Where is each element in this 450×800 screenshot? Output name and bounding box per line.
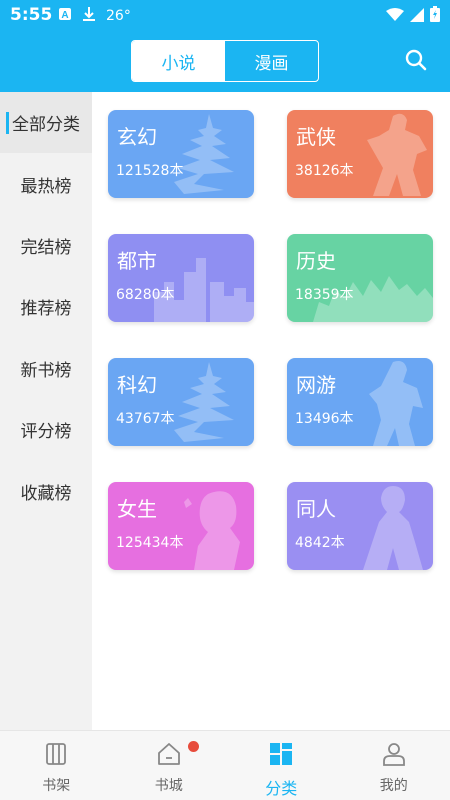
nav-bookshelf[interactable]: 书架 [0, 731, 113, 800]
category-count: 4842本 [295, 535, 345, 551]
home-icon [156, 741, 182, 771]
nav-label: 书城 [154, 778, 183, 794]
sidebar-item-all-categories[interactable]: 全部分类 [0, 92, 92, 154]
sidebar-item-new-books[interactable]: 新书榜 [0, 338, 92, 399]
category-card-wuxia[interactable]: 武侠 38126本 [287, 110, 433, 198]
status-notification-icons: A 26° [58, 6, 131, 26]
bookshelf-icon [43, 741, 69, 771]
battery-icon [430, 6, 440, 26]
status-time: 5:55 [10, 5, 53, 25]
temperature-text: 26° [106, 8, 131, 24]
category-sidebar: 全部分类 最热榜 完结榜 推荐榜 新书榜 评分榜 收藏榜 [0, 92, 92, 730]
category-count: 13496本 [295, 411, 354, 427]
category-count: 18359本 [295, 287, 354, 303]
nav-label: 分类 [265, 779, 298, 798]
category-card-tongren[interactable]: 同人 4842本 [287, 482, 433, 570]
sidebar-item-favorites[interactable]: 收藏榜 [0, 460, 92, 521]
nav-label: 我的 [379, 778, 408, 794]
category-count: 68280本 [116, 287, 175, 303]
tab-comic[interactable]: 漫画 [225, 41, 318, 81]
category-card-lishi[interactable]: 历史 18359本 [287, 234, 433, 322]
category-card-dushi[interactable]: 都市 68280本 [108, 234, 254, 322]
svg-text:A: A [61, 10, 68, 21]
notification-badge [187, 741, 199, 752]
category-count: 43767本 [116, 411, 175, 427]
content-type-tabs: 小说 漫画 [131, 40, 319, 82]
search-icon [404, 48, 428, 76]
category-name: 科幻 [117, 373, 157, 397]
category-card-nvsheng[interactable]: 女生 125434本 [108, 482, 254, 570]
category-name: 网游 [296, 373, 336, 397]
status-bar: 5:55 A 26° [0, 0, 450, 30]
category-card-kehuan[interactable]: 科幻 43767本 [108, 358, 254, 446]
category-name: 历史 [296, 249, 336, 273]
profile-icon [381, 741, 407, 771]
category-name: 都市 [117, 249, 157, 273]
nav-profile[interactable]: 我的 [338, 731, 450, 800]
category-icon [268, 741, 294, 771]
tab-novel[interactable]: 小说 [132, 41, 225, 81]
category-name: 玄幻 [117, 125, 157, 149]
nav-label: 书架 [42, 778, 71, 794]
nav-category[interactable]: 分类 [225, 731, 338, 800]
category-count: 38126本 [295, 163, 354, 179]
sidebar-item-hottest[interactable]: 最热榜 [0, 153, 92, 214]
category-name: 武侠 [296, 125, 336, 149]
sidebar-item-completed[interactable]: 完结榜 [0, 215, 92, 276]
search-button[interactable] [402, 48, 430, 76]
app-notification-icon: A [58, 7, 72, 25]
download-icon [82, 6, 96, 26]
sidebar-item-rating[interactable]: 评分榜 [0, 399, 92, 460]
category-card-xuanhuan[interactable]: 玄幻 121528本 [108, 110, 254, 198]
nav-bookstore[interactable]: 书城 [113, 731, 226, 800]
wifi-icon [386, 7, 404, 26]
category-name: 同人 [296, 497, 336, 521]
bottom-navigation: 书架 书城 分类 我的 [0, 730, 450, 800]
category-name: 女生 [117, 497, 157, 521]
signal-icon [410, 7, 424, 26]
category-count: 121528本 [116, 163, 184, 179]
category-card-wangyou[interactable]: 网游 13496本 [287, 358, 433, 446]
category-count: 125434本 [116, 535, 184, 551]
status-system-icons [386, 6, 440, 26]
category-grid: 玄幻 121528本 武侠 38126本 都市 68280本 历史 18359本… [92, 92, 450, 730]
sidebar-item-recommended[interactable]: 推荐榜 [0, 276, 92, 337]
top-bar: 5:55 A 26° 小说 漫画 [0, 0, 450, 92]
